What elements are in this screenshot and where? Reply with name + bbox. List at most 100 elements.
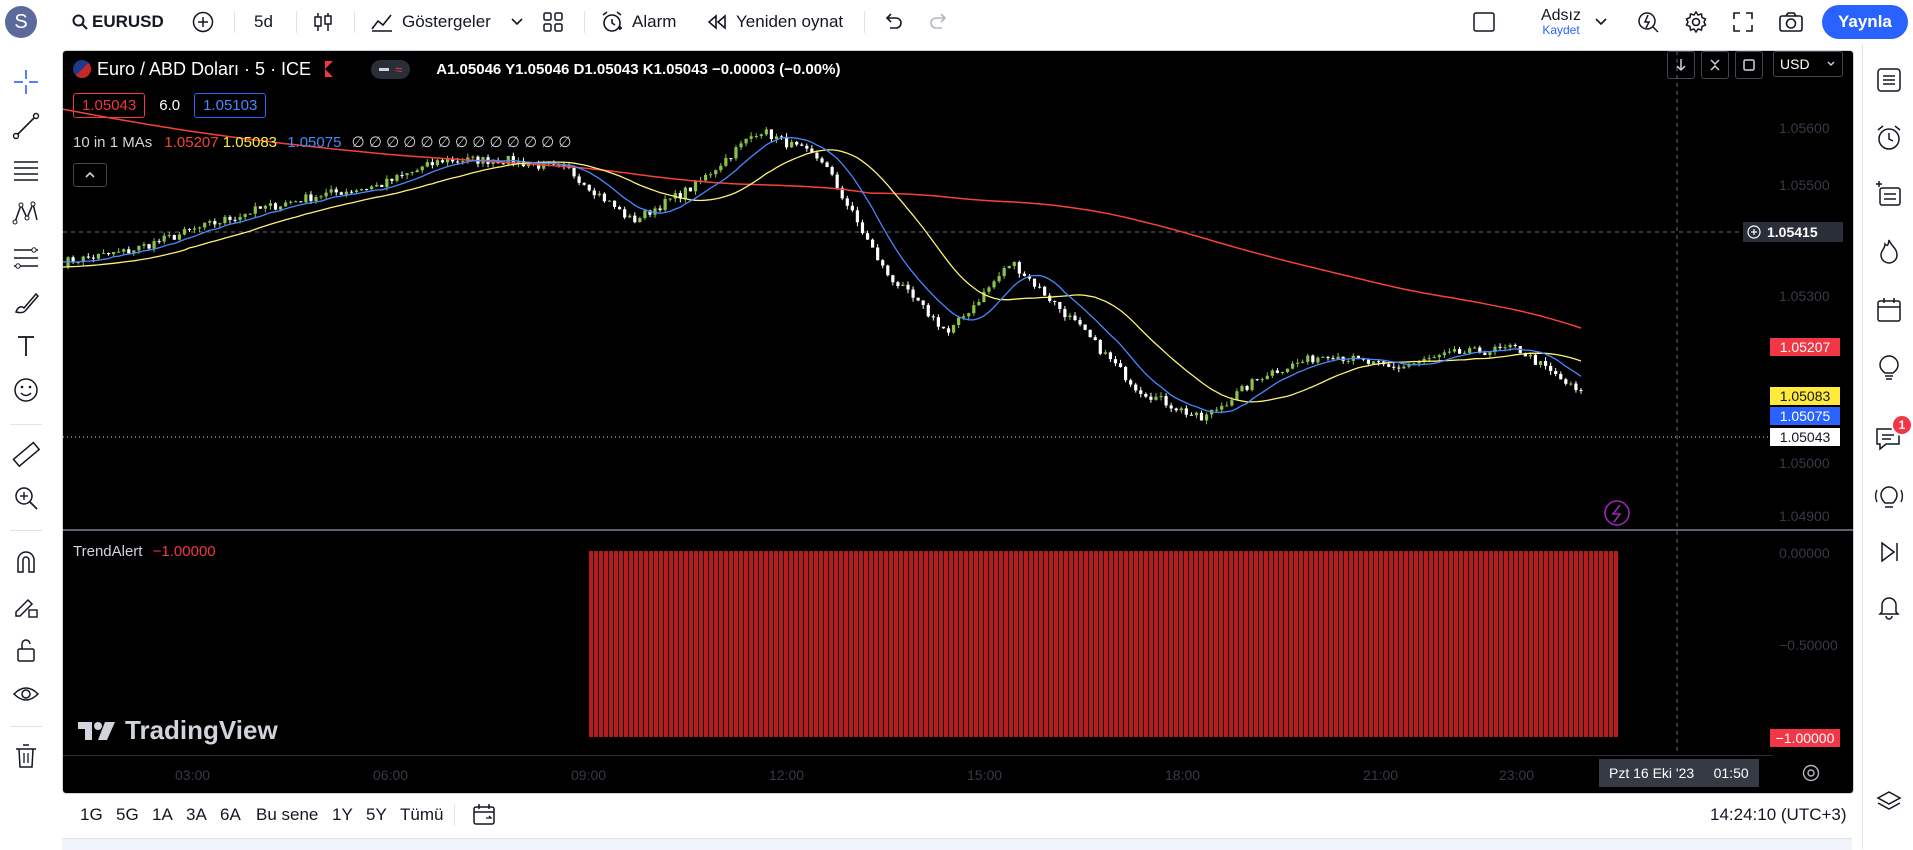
trend-alert-name[interactable]: TrendAlert bbox=[73, 543, 142, 560]
fullscreen-button[interactable] bbox=[1732, 0, 1754, 44]
calendar-button[interactable] bbox=[1871, 292, 1907, 328]
indicators-button[interactable]: Göstergeler bbox=[370, 0, 491, 44]
trend-alert-bar bbox=[1289, 551, 1293, 737]
settings-button[interactable] bbox=[1684, 0, 1708, 44]
candle-body bbox=[1442, 352, 1446, 356]
candle-body bbox=[1387, 364, 1391, 367]
buy-price-button[interactable]: 1.05103 bbox=[194, 93, 267, 118]
trend-alert-bar bbox=[1054, 551, 1058, 737]
trend-alert-bar bbox=[884, 551, 888, 737]
layers-button[interactable] bbox=[1871, 784, 1907, 820]
range-button-ytd[interactable]: Bu sene bbox=[256, 794, 318, 836]
candle-body bbox=[592, 190, 596, 196]
range-button-6a[interactable]: 6A bbox=[220, 794, 241, 836]
ma-value-red: 1.05207 bbox=[164, 134, 219, 151]
pattern-tool[interactable] bbox=[8, 196, 44, 232]
layout-dropdown[interactable] bbox=[1594, 0, 1608, 44]
interval-button[interactable]: 5d bbox=[254, 0, 273, 44]
candle-body bbox=[1306, 355, 1310, 362]
keep-drawing-tool[interactable] bbox=[8, 588, 44, 624]
candle-body bbox=[1316, 357, 1320, 363]
symbol-search[interactable]: EURUSD bbox=[72, 0, 164, 44]
trendline-tool[interactable] bbox=[8, 108, 44, 144]
range-button-1g[interactable]: 1G bbox=[80, 794, 103, 836]
symbol-title[interactable]: Euro / ABD Doları · 5 · ICE bbox=[97, 59, 311, 80]
currency-select[interactable]: USD bbox=[1773, 51, 1843, 77]
trend-alert-bar bbox=[889, 551, 893, 737]
forecast-tool[interactable] bbox=[8, 240, 44, 276]
range-button-5y[interactable]: 5Y bbox=[366, 794, 387, 836]
redo-button[interactable] bbox=[928, 0, 950, 44]
visibility-toggle[interactable]: ≈ bbox=[371, 59, 411, 79]
scale-settings-button[interactable] bbox=[1801, 763, 1821, 788]
candle-body bbox=[800, 144, 804, 146]
lock-drawings-tool[interactable] bbox=[8, 632, 44, 668]
object-tree-button[interactable] bbox=[1871, 176, 1907, 212]
magnet-tool[interactable] bbox=[8, 544, 44, 580]
collapse-pane-button[interactable] bbox=[1701, 51, 1729, 79]
price-chart[interactable] bbox=[63, 51, 1853, 793]
ideas-button[interactable] bbox=[1871, 350, 1907, 386]
candle-body bbox=[1230, 400, 1234, 406]
ma-indicator-name[interactable]: 10 in 1 MAs bbox=[73, 134, 152, 151]
crosshair-tool[interactable] bbox=[8, 64, 44, 100]
range-button-3a[interactable]: 3A bbox=[186, 794, 207, 836]
trend-alert-bar bbox=[1369, 551, 1373, 737]
scroll-to-end-button[interactable] bbox=[1667, 51, 1695, 79]
chats-button[interactable]: 1 bbox=[1871, 414, 1913, 456]
watchlist-button[interactable] bbox=[1871, 62, 1907, 98]
maximize-pane-button[interactable] bbox=[1735, 51, 1763, 79]
layout-name-button[interactable]: Adsız Kaydet bbox=[1516, 0, 1606, 44]
candle-body bbox=[658, 208, 662, 211]
measure-tool[interactable] bbox=[8, 436, 44, 472]
trend-alert-bar bbox=[854, 551, 858, 737]
grid-icon bbox=[542, 11, 564, 33]
delete-drawings-tool[interactable] bbox=[8, 738, 44, 774]
hotlists-button[interactable] bbox=[1871, 234, 1907, 270]
range-button-5g[interactable]: 5G bbox=[116, 794, 139, 836]
emoji-tool[interactable] bbox=[8, 372, 44, 408]
alerts-button[interactable] bbox=[1871, 120, 1907, 156]
range-button-all[interactable]: Tümü bbox=[400, 794, 443, 836]
go-to-date-button[interactable] bbox=[472, 794, 498, 836]
replay-button[interactable]: Yeniden oynat bbox=[706, 0, 843, 44]
candle-body bbox=[1073, 315, 1077, 321]
snapshot-button[interactable] bbox=[1778, 0, 1804, 44]
trend-alert-bar bbox=[1064, 551, 1068, 737]
publish-button[interactable]: Yaynla bbox=[1822, 0, 1908, 44]
user-avatar[interactable]: S bbox=[5, 0, 37, 44]
collapse-legend-button[interactable] bbox=[73, 163, 107, 187]
trend-alert-bar bbox=[794, 551, 798, 737]
candle-body bbox=[1270, 370, 1274, 376]
compare-symbol-button[interactable] bbox=[192, 0, 214, 44]
text-tool[interactable] bbox=[8, 328, 44, 364]
range-button-1y[interactable]: 1Y bbox=[332, 794, 353, 836]
magnet-icon bbox=[12, 548, 40, 576]
fib-tool[interactable] bbox=[8, 152, 44, 188]
brush-tool[interactable] bbox=[8, 284, 44, 320]
templates-button[interactable] bbox=[542, 0, 564, 44]
streams-button[interactable] bbox=[1871, 534, 1907, 570]
range-button-1a[interactable]: 1A bbox=[152, 794, 173, 836]
trend-alert-bar bbox=[1494, 551, 1498, 737]
hide-drawings-tool[interactable] bbox=[8, 676, 44, 712]
trend-alert-bar bbox=[824, 551, 828, 737]
candle-body bbox=[471, 156, 475, 158]
clock-timezone[interactable]: 14:24:10 (UTC+3) bbox=[1710, 794, 1847, 836]
trend-alert-bar bbox=[704, 551, 708, 737]
zoom-tool[interactable] bbox=[8, 480, 44, 516]
tips-button[interactable] bbox=[1871, 480, 1907, 516]
chart-container[interactable]: Euro / ABD Doları · 5 · ICE ≈ A1.05046 Y… bbox=[62, 50, 1854, 794]
layout-select-button[interactable] bbox=[1472, 0, 1496, 44]
undo-button[interactable] bbox=[882, 0, 904, 44]
trend-alert-bar bbox=[654, 551, 658, 737]
chart-type-button[interactable] bbox=[312, 0, 334, 44]
sell-price-button[interactable]: 1.05043 bbox=[73, 93, 146, 118]
add-alert-icon[interactable] bbox=[1747, 225, 1761, 239]
candle-body bbox=[106, 253, 111, 255]
indicators-dropdown[interactable] bbox=[510, 0, 524, 44]
alert-button[interactable]: Alarm bbox=[600, 0, 676, 44]
notifications-button[interactable] bbox=[1871, 588, 1907, 624]
quick-search-button[interactable] bbox=[1636, 0, 1660, 44]
candle-body bbox=[754, 136, 758, 138]
